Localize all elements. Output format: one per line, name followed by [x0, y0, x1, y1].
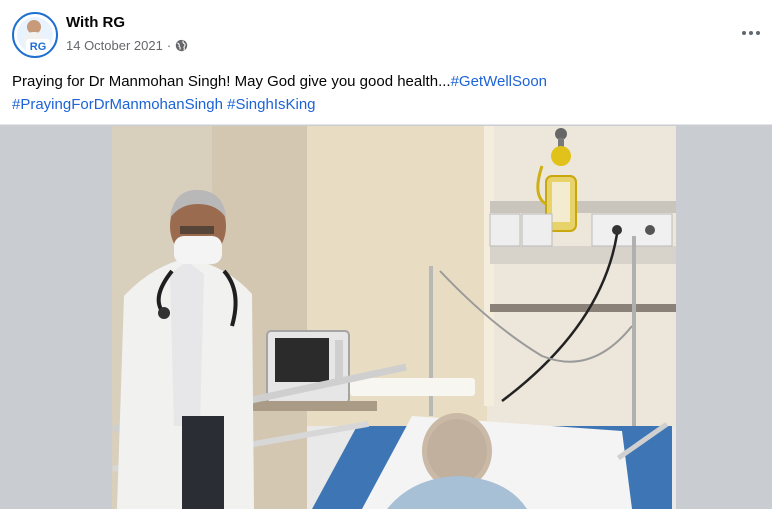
- caption-text: Praying for Dr Manmohan Singh! May God g…: [12, 73, 451, 90]
- hashtag-singhisking[interactable]: #SinghIsKing: [227, 96, 315, 113]
- hashtag-prayingfordrmanmohansingh[interactable]: #PrayingForDrManmohanSingh: [12, 96, 223, 113]
- facebook-post: RG With RG 14 October 2021 · Praying for…: [0, 0, 772, 509]
- page-name-link[interactable]: With RG: [66, 14, 125, 31]
- post-header: RG With RG 14 October 2021 ·: [0, 0, 772, 62]
- page-avatar[interactable]: RG: [12, 12, 58, 58]
- hospital-room-image: [112, 126, 676, 509]
- globe-icon: [175, 39, 188, 52]
- more-dot: [749, 31, 753, 35]
- more-dot: [756, 31, 760, 35]
- more-options-button[interactable]: [738, 20, 764, 46]
- more-horizontal-icon: [742, 31, 746, 35]
- hashtag-getwellsoon[interactable]: #GetWellSoon: [451, 73, 547, 90]
- meta-separator: ·: [166, 38, 172, 53]
- post-meta: 14 October 2021 ·: [66, 38, 188, 53]
- post-date[interactable]: 14 October 2021: [66, 38, 163, 53]
- post-photo[interactable]: [112, 126, 676, 509]
- post-caption: Praying for Dr Manmohan Singh! May God g…: [12, 70, 752, 116]
- avatar-badge: RG: [26, 39, 50, 55]
